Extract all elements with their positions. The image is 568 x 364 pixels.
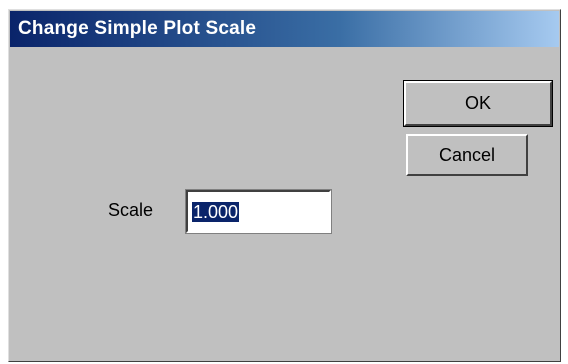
change-scale-dialog: Change Simple Plot Scale OK Cancel Scale… (8, 9, 561, 362)
scale-input[interactable]: 1.000 (185, 189, 332, 234)
scale-label: Scale (108, 200, 154, 220)
scale-input-value: 1.000 (192, 202, 240, 222)
title-bar[interactable]: Change Simple Plot Scale (10, 11, 559, 47)
cancel-button[interactable]: Cancel (406, 134, 528, 176)
ok-button[interactable]: OK (403, 80, 553, 127)
dialog-title: Change Simple Plot Scale (18, 18, 257, 39)
